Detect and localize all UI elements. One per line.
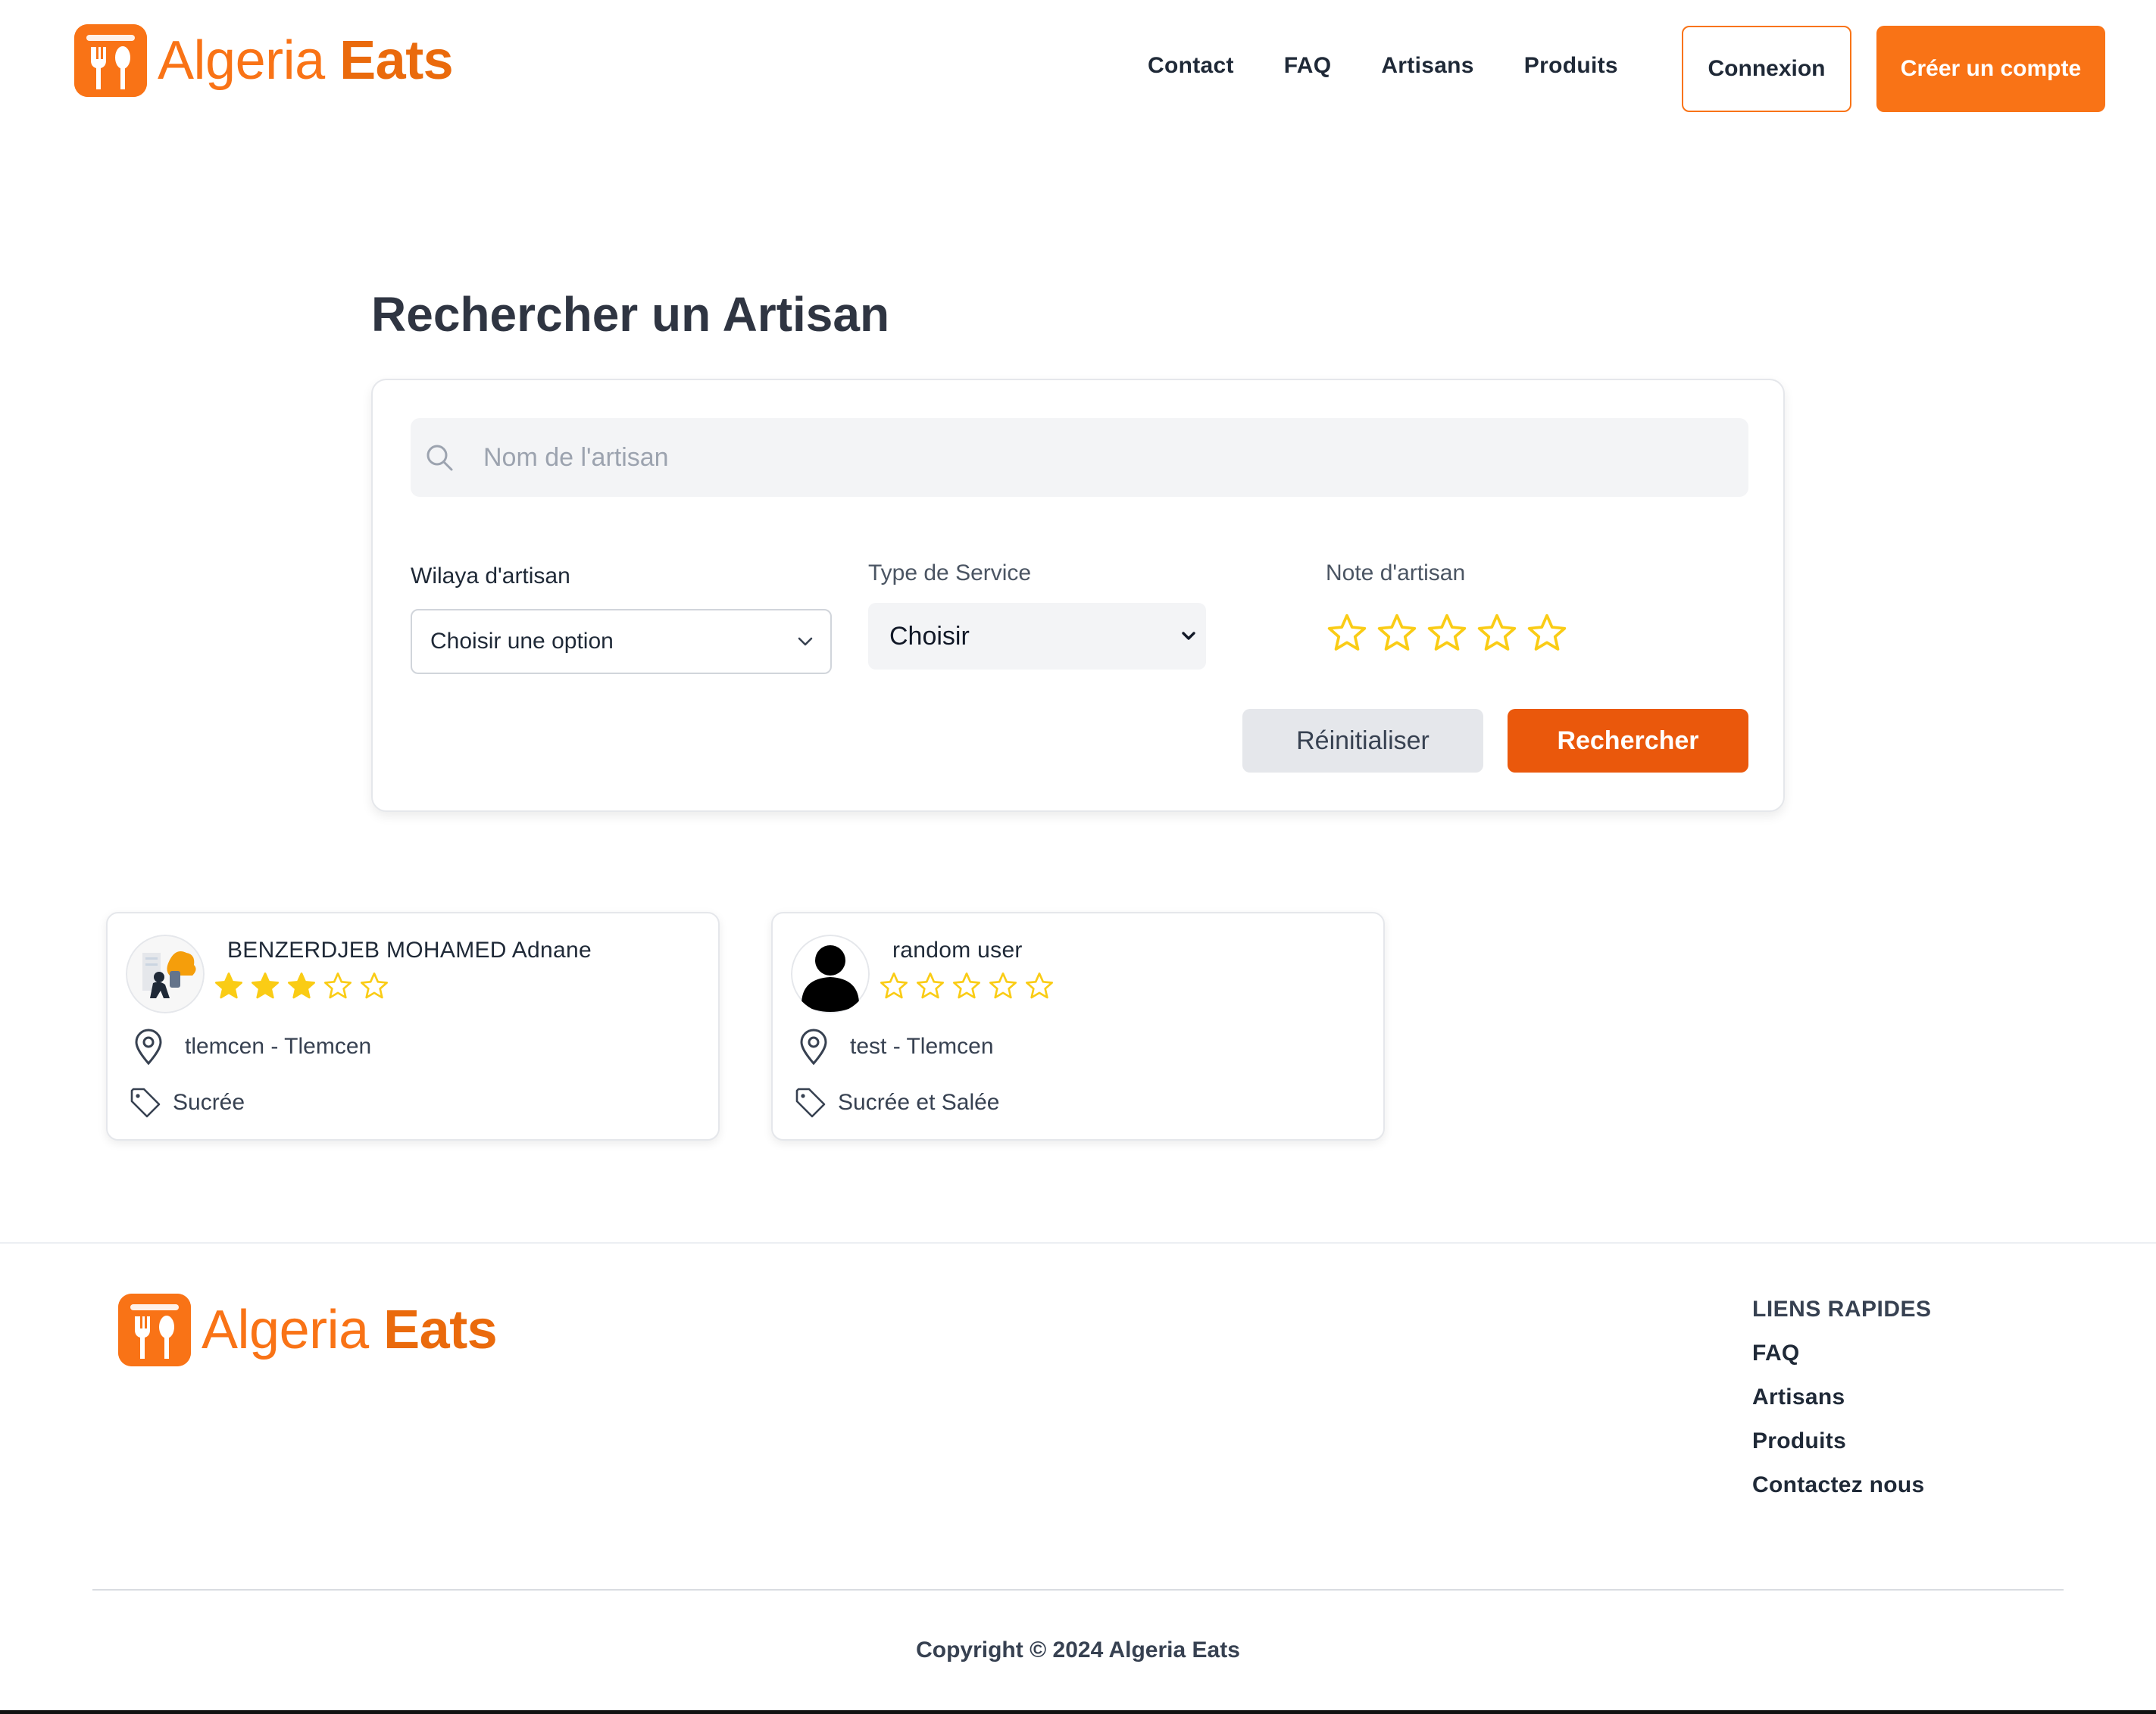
nav-produits[interactable]: Produits bbox=[1524, 53, 1618, 79]
search-panel: Wilaya d'artisan Choisir une option Type… bbox=[371, 379, 1785, 812]
footer-divider bbox=[0, 1242, 2156, 1244]
rating-label: Note d'artisan bbox=[1326, 560, 1466, 585]
service-type-select[interactable]: Choisir bbox=[868, 603, 1206, 670]
artisan-card[interactable]: BENZERDJEB MOHAMED Adnane tlemcen - Tlem… bbox=[106, 912, 720, 1141]
artisan-service: Sucrée et Salée bbox=[794, 1086, 999, 1119]
tag-icon bbox=[795, 1088, 826, 1118]
bottom-edge bbox=[0, 1710, 2156, 1714]
brand-logo[interactable]: Algeria Eats bbox=[74, 24, 454, 97]
fork-spoon-logo-icon bbox=[118, 1294, 191, 1366]
footer-link-produits[interactable]: Produits bbox=[1752, 1428, 1846, 1454]
artisan-rating bbox=[879, 971, 1055, 1001]
star-filled-icon bbox=[215, 973, 242, 999]
service-type-label: Type de Service bbox=[868, 560, 1032, 585]
artisan-location: test - Tlemcen bbox=[794, 1027, 994, 1066]
artisan-name: BENZERDJEB MOHAMED Adnane bbox=[227, 938, 592, 963]
artisan-service-text: Sucrée et Salée bbox=[838, 1090, 1000, 1115]
star-outline-icon[interactable] bbox=[1376, 612, 1418, 654]
tag-icon bbox=[130, 1088, 161, 1118]
rating-filter bbox=[1326, 612, 1568, 654]
footer-link-contact[interactable]: Contactez nous bbox=[1752, 1472, 1925, 1498]
map-pin-icon bbox=[135, 1029, 162, 1066]
star-outline-icon bbox=[324, 973, 352, 999]
artisan-rating bbox=[214, 971, 389, 1001]
star-outline-icon bbox=[989, 973, 1017, 999]
star-filled-icon bbox=[288, 973, 315, 999]
wilaya-label: Wilaya d'artisan bbox=[411, 564, 570, 589]
star-outline-icon bbox=[361, 973, 388, 999]
star-filled-icon bbox=[252, 973, 279, 999]
footer-link-faq[interactable]: FAQ bbox=[1752, 1341, 1800, 1366]
chevron-down-icon bbox=[1182, 632, 1195, 640]
service-type-select-value: Choisir bbox=[889, 621, 970, 651]
main-nav: Contact FAQ Artisans Produits bbox=[1148, 53, 1668, 79]
star-outline-icon[interactable] bbox=[1326, 612, 1368, 654]
artisan-location-text: test - Tlemcen bbox=[850, 1034, 994, 1059]
footer-bottom-divider bbox=[92, 1589, 2064, 1591]
nav-contact[interactable]: Contact bbox=[1148, 53, 1234, 79]
star-outline-icon bbox=[1026, 973, 1053, 999]
artisan-location: tlemcen - Tlemcen bbox=[129, 1027, 371, 1066]
star-outline-icon[interactable] bbox=[1426, 612, 1468, 654]
brand-wordmark: Algeria Eats bbox=[158, 30, 454, 91]
quick-links-title: LIENS RAPIDES bbox=[1752, 1297, 1932, 1322]
star-outline-icon bbox=[880, 973, 908, 999]
nav-artisans[interactable]: Artisans bbox=[1381, 53, 1473, 79]
default-user-avatar-icon bbox=[791, 935, 870, 1013]
signup-button[interactable]: Créer un compte bbox=[1876, 26, 2105, 112]
nav-faq[interactable]: FAQ bbox=[1284, 53, 1332, 79]
page-title: Rechercher un Artisan bbox=[371, 287, 890, 342]
search-button[interactable]: Rechercher bbox=[1508, 709, 1748, 773]
artisan-name-input[interactable] bbox=[483, 442, 1620, 473]
footer-brand-logo[interactable]: Algeria Eats bbox=[118, 1294, 498, 1366]
artisan-name: random user bbox=[892, 938, 1023, 963]
brand-wordmark: Algeria Eats bbox=[202, 1300, 498, 1360]
map-pin-icon bbox=[800, 1029, 827, 1066]
fork-spoon-logo-icon bbox=[74, 24, 147, 97]
star-outline-icon bbox=[953, 973, 980, 999]
artisan-location-text: tlemcen - Tlemcen bbox=[185, 1034, 372, 1059]
footer-link-artisans[interactable]: Artisans bbox=[1752, 1385, 1845, 1410]
copyright-text: Copyright © 2024 Algeria Eats bbox=[916, 1638, 1240, 1662]
site-header: Algeria Eats Contact FAQ Artisans Produi… bbox=[0, 0, 2156, 136]
artisan-service: Sucrée bbox=[129, 1086, 245, 1119]
artisan-avatar bbox=[126, 935, 205, 1013]
star-outline-icon[interactable] bbox=[1526, 612, 1568, 654]
reset-button[interactable]: Réinitialiser bbox=[1242, 709, 1483, 773]
star-outline-icon[interactable] bbox=[1476, 612, 1518, 654]
artisan-card[interactable]: random user test - Tlemcen Sucrée et Sal… bbox=[771, 912, 1385, 1141]
chevron-down-icon bbox=[798, 637, 813, 646]
search-field[interactable] bbox=[411, 418, 1748, 497]
login-button[interactable]: Connexion bbox=[1682, 26, 1851, 112]
star-outline-icon bbox=[917, 973, 944, 999]
artisan-service-text: Sucrée bbox=[173, 1090, 245, 1115]
wilaya-select-value: Choisir une option bbox=[430, 629, 614, 654]
search-icon bbox=[427, 445, 453, 471]
wilaya-select[interactable]: Choisir une option bbox=[411, 609, 832, 674]
